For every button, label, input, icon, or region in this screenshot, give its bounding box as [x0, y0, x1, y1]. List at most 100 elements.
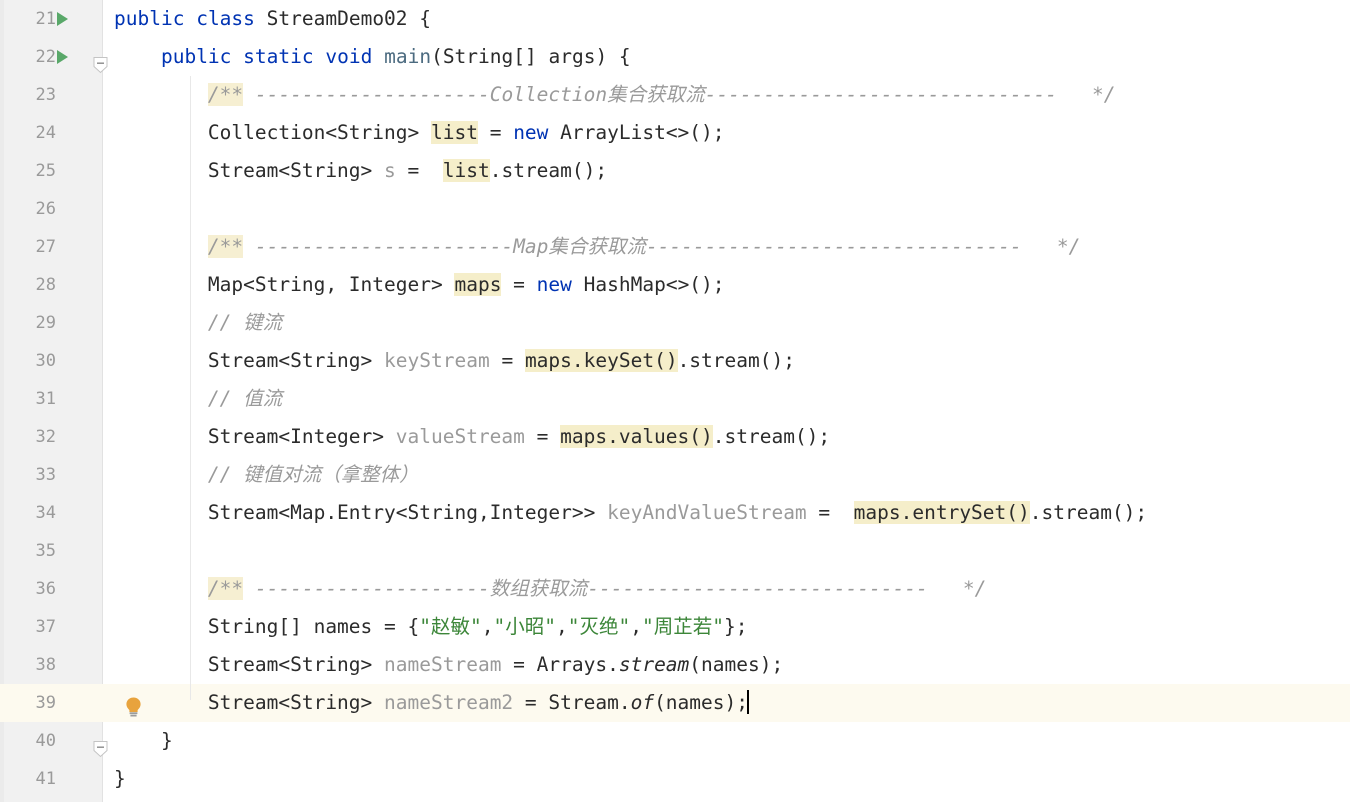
code-line[interactable]: 22 public static void main(String[] args… [0, 38, 1350, 76]
code-line[interactable]: 25 Stream<String> s = list.stream(); [0, 152, 1350, 190]
code-token: Collection [489, 83, 608, 106]
line-number: 28 [35, 275, 56, 295]
code-line[interactable]: 26 [0, 190, 1350, 228]
code-text[interactable]: String[] names = {"赵敏","小昭","灭绝","周芷若"}; [103, 608, 748, 646]
code-text[interactable]: Stream<Map.Entry<String,Integer>> keyAnd… [103, 494, 1147, 532]
code-token: "灭绝" [567, 615, 631, 638]
code-line[interactable]: 31 // 值流 [0, 380, 1350, 418]
run-triangle-icon[interactable] [57, 50, 68, 64]
code-token: Stream<String> [207, 691, 385, 714]
code-token: .stream(); [489, 159, 608, 182]
code-token: main [384, 45, 432, 68]
code-line[interactable]: 37 String[] names = {"赵敏","小昭","灭绝","周芷若… [0, 608, 1350, 646]
code-text[interactable]: /** --------------------Collection集合获取流-… [103, 76, 1116, 114]
code-token: public [114, 7, 185, 30]
code-token: // 值流 [207, 387, 283, 410]
code-line[interactable]: 41} [0, 760, 1350, 798]
code-token: /** [207, 577, 244, 600]
code-text[interactable]: /** --------------------数组获取流-----------… [103, 570, 986, 608]
code-line[interactable]: 28 Map<String, Integer> maps = new HashM… [0, 266, 1350, 304]
code-line[interactable]: 30 Stream<String> keyStream = maps.keySe… [0, 342, 1350, 380]
code-token: .stream(); [677, 349, 795, 372]
fold-shield-icon[interactable] [93, 733, 108, 758]
code-token: = [477, 121, 514, 144]
line-number: 36 [35, 579, 56, 599]
code-token: list [442, 159, 490, 182]
code-token: maps [454, 273, 502, 296]
code-text[interactable]: Stream<String> keyStream = maps.keySet()… [103, 342, 795, 380]
line-number: 41 [35, 769, 56, 789]
code-token: new [536, 273, 572, 296]
code-line[interactable]: 38 Stream<String> nameStream = Arrays.st… [0, 646, 1350, 684]
code-line[interactable]: 21 public class StreamDemo02 { [0, 0, 1350, 38]
code-token: -------------------- [243, 83, 490, 106]
code-line[interactable]: 29 // 键流 [0, 304, 1350, 342]
code-token: Stream<Map.Entry<String,Integer>> [207, 501, 608, 524]
code-token: Stream<Integer> [207, 425, 396, 448]
code-line[interactable]: 27 /** ----------------------Map集合获取流---… [0, 228, 1350, 266]
code-text[interactable]: // 值流 [103, 380, 282, 418]
code-token: , [555, 615, 568, 638]
code-token: nameStream [384, 653, 502, 676]
code-text[interactable]: Stream<String> nameStream = Arrays.strea… [103, 646, 783, 684]
line-number: 39 [35, 693, 56, 713]
code-token: -------------------- [243, 577, 490, 600]
code-token: ( [431, 45, 443, 68]
line-number: 25 [35, 161, 56, 181]
code-line[interactable]: 32 Stream<Integer> valueStream = maps.va… [0, 418, 1350, 456]
code-text[interactable]: // 键值对流（拿整体） [103, 456, 419, 494]
code-token: Collection<String> [207, 121, 431, 144]
code-text[interactable]: public class StreamDemo02 { [103, 0, 431, 38]
code-token: String[] names [207, 615, 373, 638]
code-text[interactable]: /** ----------------------Map集合获取流------… [103, 228, 1080, 266]
code-token: s [384, 159, 396, 182]
code-token: maps.values() [560, 425, 713, 448]
code-token: */ [1056, 83, 1116, 106]
code-text[interactable]: Collection<String> list = new ArrayList<… [103, 114, 725, 152]
code-token: }; [723, 615, 748, 638]
code-editor[interactable]: 21 public class StreamDemo02 {22 public s… [0, 0, 1350, 802]
code-line[interactable]: 23 /** --------------------Collection集合获… [0, 76, 1350, 114]
code-text[interactable]: // 键流 [103, 304, 282, 342]
line-number: 23 [35, 85, 56, 105]
code-line[interactable]: 35 [0, 532, 1350, 570]
code-text[interactable]: Map<String, Integer> maps = new HashMap<… [103, 266, 725, 304]
code-token: ---------------------- [243, 235, 514, 258]
fold-shield-icon[interactable] [93, 49, 108, 74]
code-line[interactable]: 39 Stream<String> nameStream2 = Stream.o… [0, 684, 1350, 722]
code-line[interactable]: 34 Stream<Map.Entry<String,Integer>> key… [0, 494, 1350, 532]
code-token: ) { [595, 45, 631, 68]
code-token: Map [513, 235, 549, 258]
code-token: */ [1021, 235, 1081, 258]
code-token: } [114, 729, 173, 752]
run-triangle-icon[interactable] [57, 12, 68, 26]
code-line[interactable]: 33 // 键值对流（拿整体） [0, 456, 1350, 494]
code-token: stream [618, 653, 690, 676]
code-line[interactable]: 36 /** --------------------数组获取流--------… [0, 570, 1350, 608]
code-text[interactable]: } [103, 722, 173, 760]
code-token: , [481, 615, 494, 638]
line-number: 37 [35, 617, 56, 637]
code-line[interactable]: 24 Collection<String> list = new ArrayLi… [0, 114, 1350, 152]
code-text[interactable]: Stream<Integer> valueStream = maps.value… [103, 418, 830, 456]
line-number: 24 [35, 123, 56, 143]
code-text[interactable]: Stream<String> nameStream2 = Stream.of(n… [103, 684, 749, 722]
code-line[interactable]: 40 } [0, 722, 1350, 760]
line-number: 27 [35, 237, 56, 257]
code-text[interactable]: public static void main(String[] args) { [103, 38, 631, 76]
code-text[interactable]: Stream<String> s = list.stream(); [103, 152, 607, 190]
intention-bulb-icon[interactable] [124, 693, 143, 717]
line-number: 29 [35, 313, 56, 333]
code-token: class [196, 7, 255, 30]
code-text[interactable]: } [103, 760, 126, 798]
line-number: 21 [35, 9, 56, 29]
